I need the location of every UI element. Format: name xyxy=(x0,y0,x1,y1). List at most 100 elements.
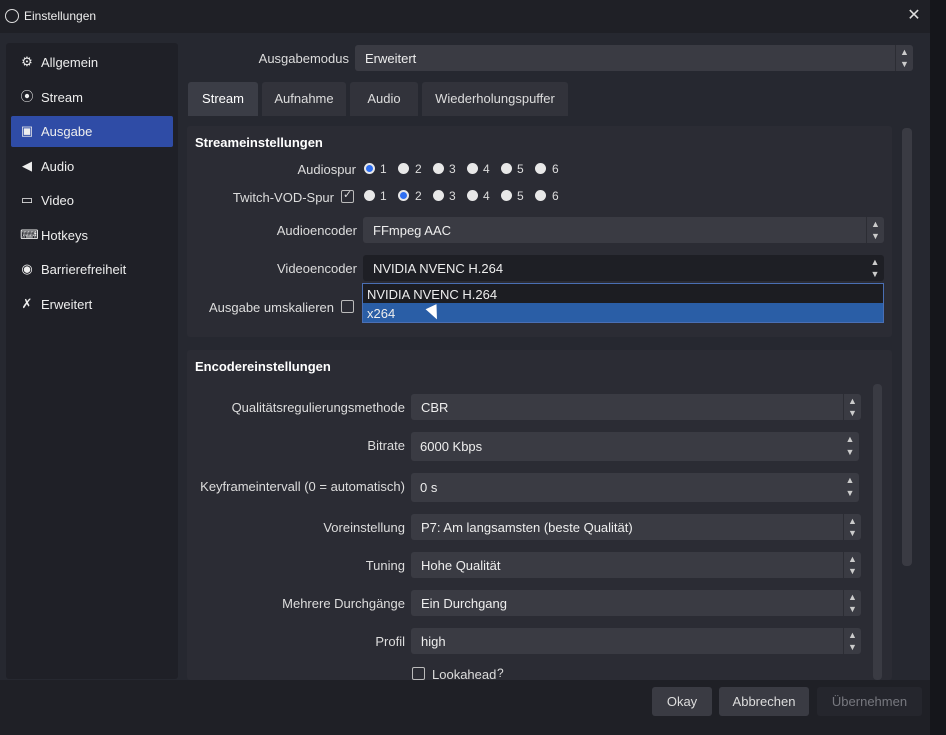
sidebar-item-ausgabe[interactable]: ▣ Ausgabe xyxy=(11,116,173,147)
audio-track-label: Audiospur xyxy=(297,162,356,177)
updown-arrows-icon: ▲ ▼ xyxy=(843,628,861,654)
tuning-value: Hohe Qualität xyxy=(421,558,501,573)
okay-button[interactable]: Okay xyxy=(652,687,712,716)
preset-label: Voreinstellung xyxy=(323,520,405,535)
radio-label: 2 xyxy=(415,189,422,203)
profile-value: high xyxy=(421,634,446,649)
sidebar-item-label: Hotkeys xyxy=(41,228,88,243)
radio-label: 1 xyxy=(380,189,387,203)
sidebar-item-allgemein[interactable]: ⚙ Allgemein xyxy=(11,47,173,78)
sidebar-item-barrierefreiheit[interactable]: ◉ Barrierefreiheit xyxy=(11,254,173,285)
bitrate-label: Bitrate xyxy=(367,438,405,453)
radio-label: 4 xyxy=(483,189,490,203)
audio-track-radio-3[interactable] xyxy=(433,163,444,174)
sidebar-item-label: Audio xyxy=(41,159,75,174)
tuning-select[interactable]: Hohe Qualität ▲ ▼ xyxy=(411,552,861,578)
vod-track-radio-1[interactable] xyxy=(364,190,375,201)
close-icon[interactable]: ✕ xyxy=(904,6,924,26)
option-label: x264 xyxy=(367,306,396,321)
background-window-strip xyxy=(930,0,946,735)
output-mode-select[interactable]: Erweitert ▲ ▼ xyxy=(355,45,913,71)
sidebar-item-label: Video xyxy=(41,193,75,208)
vod-track-radio-4[interactable] xyxy=(467,190,478,201)
monitor-icon: ▭ xyxy=(20,192,34,207)
sidebar-item-label: Barrierefreiheit xyxy=(41,262,127,277)
updown-arrows-icon: ▲ ▼ xyxy=(866,217,884,243)
radio-label: 5 xyxy=(517,162,524,176)
multipass-select[interactable]: Ein Durchgang ▲ ▼ xyxy=(411,590,861,616)
video-encoder-label: Videoencoder xyxy=(277,261,357,276)
vod-track-radio-3[interactable] xyxy=(433,190,444,201)
preset-value: P7: Am langsamsten (beste Qualität) xyxy=(421,520,633,535)
sidebar-item-erweitert[interactable]: ✗ Erweitert xyxy=(11,289,173,320)
option-label: NVIDIA NVENC H.264 xyxy=(367,287,498,302)
obs-logo-icon xyxy=(5,9,19,23)
gear-icon: ⚙ xyxy=(21,54,33,69)
sidebar-item-audio[interactable]: ◀ Audio xyxy=(11,151,173,182)
sidebar-item-hotkeys[interactable]: ⌨ Hotkeys xyxy=(11,220,173,251)
multipass-value: Ein Durchgang xyxy=(421,596,507,611)
audio-track-radio-1[interactable] xyxy=(364,163,375,174)
stream-settings-title: Streameinstellungen xyxy=(195,135,323,150)
cancel-button[interactable]: Abbrechen xyxy=(719,687,809,716)
audio-track-radio-4[interactable] xyxy=(467,163,478,174)
radio-label: 3 xyxy=(449,189,456,203)
sidebar-item-label: Ausgabe xyxy=(41,124,93,139)
updown-arrows-icon: ▲ ▼ xyxy=(843,514,861,540)
vod-track-radio-2[interactable] xyxy=(398,190,409,201)
keyframe-spinbox[interactable]: 0 s ▲ ▼ xyxy=(411,473,859,502)
sidebar-item-video[interactable]: ▭ Video xyxy=(11,185,173,216)
tab-wiederholungspuffer[interactable]: Wiederholungspuffer xyxy=(422,82,568,116)
title-bar: Einstellungen ✕ xyxy=(0,0,930,33)
window-title: Einstellungen xyxy=(24,9,97,23)
sidebar-item-label: Stream xyxy=(41,90,83,105)
rate-control-label: Qualitätsregulierungsmethode xyxy=(231,400,405,415)
audio-track-radio-2[interactable] xyxy=(398,163,409,174)
tab-audio[interactable]: Audio xyxy=(350,82,418,116)
profile-label: Profil xyxy=(375,634,405,649)
preset-select[interactable]: P7: Am langsamsten (beste Qualität) ▲ ▼ xyxy=(411,514,861,540)
vod-track-label: Twitch-VOD-Spur xyxy=(232,190,334,205)
tools-icon: ✗ xyxy=(21,296,33,311)
tab-stream[interactable]: Stream xyxy=(188,82,258,116)
video-encoder-select[interactable]: NVIDIA NVENC H.264 ▲ ▼ xyxy=(363,255,884,281)
vod-track-checkbox[interactable] xyxy=(341,188,354,203)
accessibility-icon: ◉ xyxy=(21,261,33,276)
radio-label: 5 xyxy=(517,189,524,203)
keyframe-label: Keyframeintervall (0 = automatisch) xyxy=(200,479,405,494)
vod-track-radio-5[interactable] xyxy=(501,190,512,201)
settings-sidebar: ⚙ Allgemein ⦿ Stream ▣ Ausgabe ◀ Audio ▭… xyxy=(6,43,178,679)
dropdown-option-x264[interactable]: x264 xyxy=(363,303,883,322)
sidebar-item-label: Allgemein xyxy=(41,55,99,70)
encoder-scrollbar[interactable] xyxy=(873,384,882,680)
audio-track-radio-6[interactable] xyxy=(535,163,546,174)
updown-arrows-icon: ▲ ▼ xyxy=(843,394,861,420)
spin-arrows-icon: ▲ ▼ xyxy=(845,434,855,457)
vertical-scrollbar[interactable] xyxy=(902,128,912,566)
help-icon[interactable]: ? xyxy=(497,666,504,680)
rescale-checkbox[interactable] xyxy=(341,300,354,313)
tab-aufnahme[interactable]: Aufnahme xyxy=(262,82,346,116)
bitrate-spinbox[interactable]: 6000 Kbps ▲ ▼ xyxy=(411,432,859,461)
keyframe-value: 0 s xyxy=(420,480,438,495)
output-mode-label: Ausgabemodus xyxy=(258,51,349,66)
sidebar-item-label: Erweitert xyxy=(41,297,93,312)
apply-button[interactable]: Übernehmen xyxy=(817,687,922,716)
vod-track-radio-6[interactable] xyxy=(535,190,546,201)
sidebar-item-stream[interactable]: ⦿ Stream xyxy=(11,82,173,113)
rate-control-select[interactable]: CBR ▲ ▼ xyxy=(411,394,861,420)
updown-arrows-icon: ▲ ▼ xyxy=(870,257,880,279)
lookahead-checkbox[interactable] xyxy=(412,667,425,680)
audio-track-radio-5[interactable] xyxy=(501,163,512,174)
bitrate-value: 6000 Kbps xyxy=(420,439,483,454)
radio-label: 1 xyxy=(380,162,387,176)
radio-label: 3 xyxy=(449,162,456,176)
multipass-label: Mehrere Durchgänge xyxy=(282,596,405,611)
audio-encoder-select[interactable]: FFmpeg AAC ▲ ▼ xyxy=(363,217,884,243)
rate-control-value: CBR xyxy=(421,400,449,415)
spin-arrows-icon: ▲ ▼ xyxy=(845,475,855,498)
dropdown-option-nvenc[interactable]: NVIDIA NVENC H.264 xyxy=(363,284,883,303)
audio-encoder-label: Audioencoder xyxy=(276,223,357,238)
profile-select[interactable]: high ▲ ▼ xyxy=(411,628,861,654)
radio-label: 4 xyxy=(483,162,490,176)
